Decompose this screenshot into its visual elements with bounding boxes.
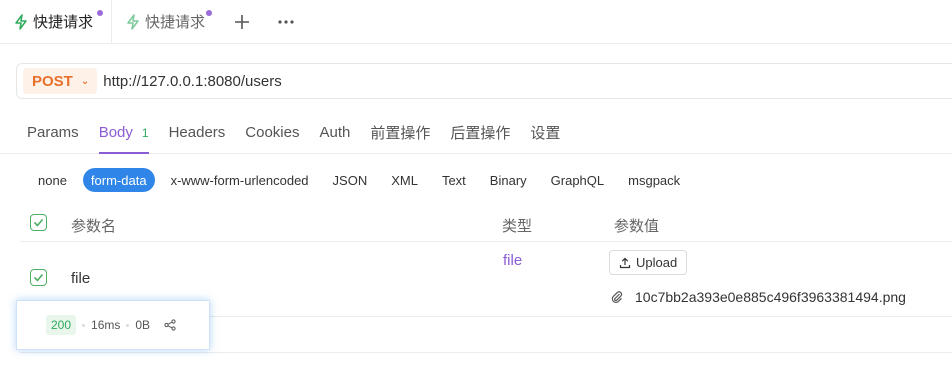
chevron-down-icon: ⌄ [80,75,90,87]
lightning-icon [15,13,27,30]
body-type-msgpack[interactable]: msgpack [620,168,688,192]
more-icon [278,19,294,24]
body-type-graphql[interactable]: GraphQL [543,168,612,192]
url-bar: POST ⌄ http://127.0.0.1:8080/users [16,63,952,99]
more-tabs-button[interactable] [271,7,301,37]
request-section-tabs: Params Body 1 Headers Cookies Auth 前置操作 … [0,112,952,154]
body-type-none[interactable]: none [30,168,75,192]
upload-label: Upload [636,255,678,270]
param-type-select[interactable]: file [503,252,522,269]
tab-params[interactable]: Params [27,112,79,153]
body-type-selector: none form-data x-www-form-urlencoded JSO… [30,168,696,192]
tab-pre-operations[interactable]: 前置操作 [370,112,430,153]
response-status-bar: 200 16ms 0B [16,300,210,350]
body-type-text[interactable]: Text [434,168,474,192]
check-icon [33,218,44,227]
attached-file: 10c7bb2a393e0e885c496f3963381494.png [610,289,906,305]
request-tab-strip: 快捷请求 快捷请求 [0,0,952,44]
tab-label: 前置操作 [370,125,431,142]
tab-cookies[interactable]: Cookies [245,112,299,153]
response-time: 16ms [91,318,121,332]
tab-body[interactable]: Body 1 [98,112,149,154]
method-label: POST [32,72,73,90]
tab-label: Body [98,124,133,141]
file-name: 10c7bb2a393e0e885c496f3963381494.png [635,289,906,305]
request-tab[interactable]: 快捷请求 [112,0,219,44]
body-type-binary[interactable]: Binary [482,168,535,192]
select-all-checkbox[interactable] [30,214,47,231]
tab-label: Headers [168,124,226,141]
tab-label: 快捷请求 [33,14,94,31]
tab-label: Auth [319,124,351,141]
check-icon [33,273,44,282]
add-tab-button[interactable] [227,7,257,37]
tab-label: 后置操作 [450,125,511,142]
params-table-header: 参数名 类型 参数值 [20,207,952,242]
tab-settings[interactable]: 设置 [530,112,560,153]
upload-icon [619,257,631,268]
tab-label: 快捷请求 [145,14,206,31]
upload-button[interactable]: Upload [609,250,688,275]
tab-label: Cookies [245,124,300,141]
lightning-icon [127,13,139,30]
separator-dot [82,323,86,327]
column-header-type: 类型 [502,218,533,235]
body-type-form-data[interactable]: form-data [82,168,155,192]
column-header-value: 参数值 [614,218,660,235]
param-name[interactable]: file [71,270,90,287]
body-type-urlencoded[interactable]: x-www-form-urlencoded [163,168,317,192]
request-tab-active[interactable]: 快捷请求 [0,0,113,44]
unsaved-dot [206,9,213,16]
tab-headers[interactable]: Headers [169,112,226,153]
body-type-json[interactable]: JSON [325,168,376,192]
column-header-name: 参数名 [71,218,117,235]
tab-label: Params [27,124,79,141]
tab-label: 设置 [530,125,561,142]
tab-post-operations[interactable]: 后置操作 [450,112,510,153]
row-checkbox[interactable] [30,269,47,286]
status-code-badge: 200 [46,315,77,335]
method-select[interactable]: POST ⌄ [23,68,98,94]
divider [20,352,952,353]
tab-auth[interactable]: Auth [319,112,350,153]
url-input[interactable]: http://127.0.0.1:8080/users [103,73,281,90]
tab-count-badge: 1 [141,125,149,140]
paperclip-icon [611,291,623,303]
unsaved-dot [97,9,104,16]
response-size: 0B [135,318,151,332]
share-icon[interactable] [164,319,176,331]
body-type-xml[interactable]: XML [383,168,426,192]
plus-icon [235,14,250,29]
separator-dot [126,323,130,327]
